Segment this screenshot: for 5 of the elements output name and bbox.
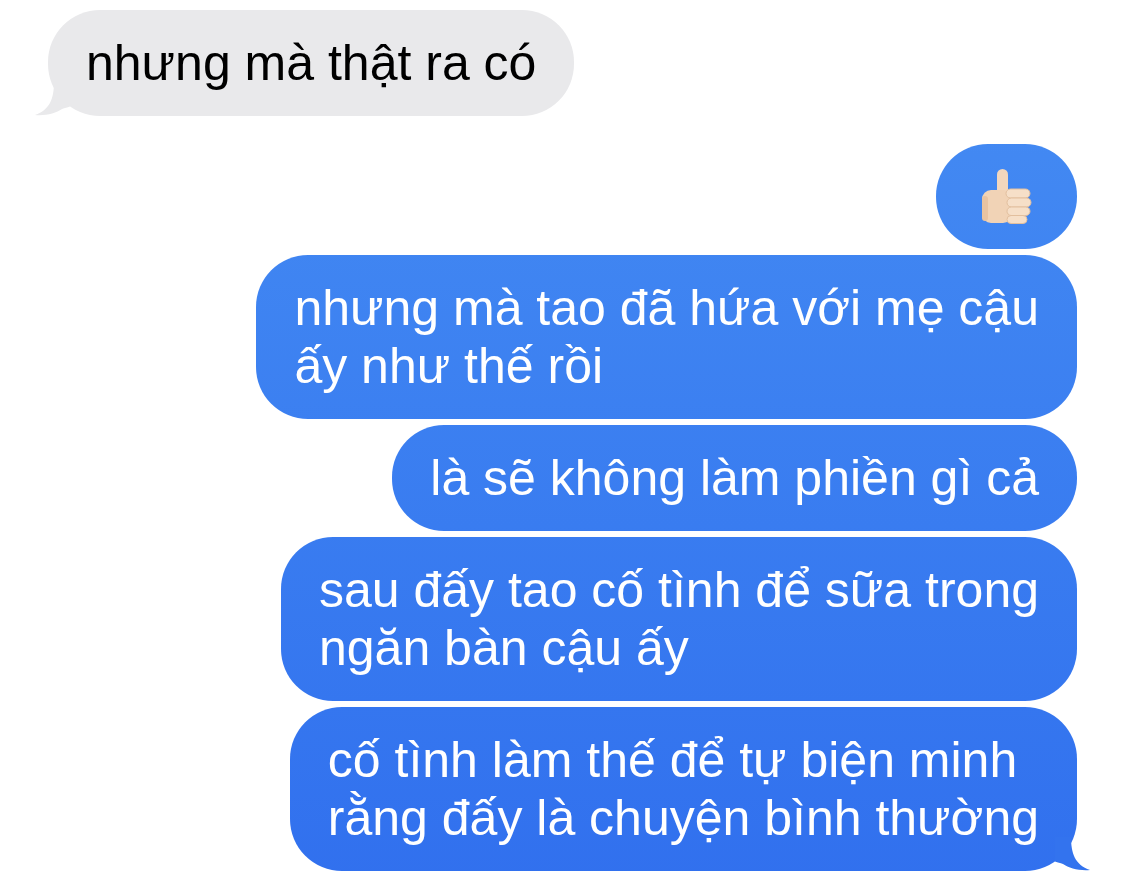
message-bubble: cố tình làm thế để tự biện minh rằng đấy là chuyện bình thường (289, 707, 1077, 871)
message-bubble: là sẽ không làm phiền gì cả (392, 425, 1077, 531)
message-bubble: nhưng mà thật ra có (48, 10, 575, 116)
message-bubble: nhưng mà tao đã hứa với mẹ cậu ấy như thế rồi (256, 255, 1077, 419)
message-bubble: sau đấy tao cố tình để sữa trong ngăn bàn cậu ấy (280, 537, 1077, 701)
